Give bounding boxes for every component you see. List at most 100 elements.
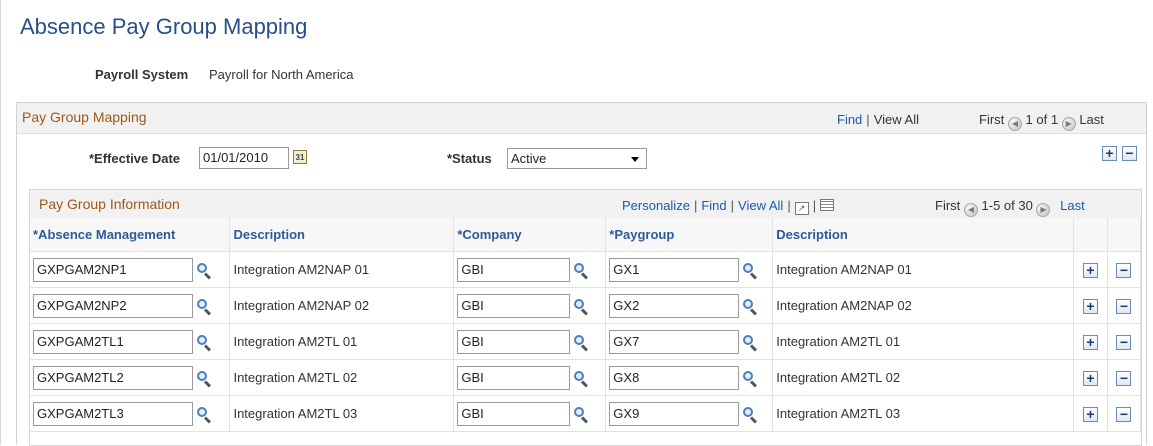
- absence-management-input[interactable]: GXPGAM2NP2: [33, 293, 193, 318]
- grid-first-label: First: [935, 198, 961, 213]
- lookup-icon[interactable]: [742, 262, 758, 280]
- lookup-icon[interactable]: [573, 262, 589, 280]
- paygroup-description: Integration AM2NAP 01: [772, 251, 1075, 288]
- download-grid-icon[interactable]: [820, 199, 835, 211]
- outer-pager: First ◀ 1 of 1 ▶ Last: [979, 112, 1104, 131]
- table-row: GXPGAM2NP2 Integration AM2NAP 02 GBI GX2…: [30, 287, 1142, 324]
- grid-range: 1-5 of 30: [981, 198, 1033, 213]
- grid-title: Pay Group Information: [39, 196, 180, 212]
- grid-view-all-link[interactable]: View All: [738, 198, 783, 213]
- add-row-button[interactable]: +: [1102, 146, 1117, 161]
- delete-row-button[interactable]: −: [1116, 334, 1132, 350]
- delete-row-button[interactable]: −: [1116, 262, 1132, 278]
- paygroup-input[interactable]: GX7: [609, 329, 740, 354]
- col-description[interactable]: Description: [229, 218, 455, 252]
- lookup-icon[interactable]: [573, 406, 589, 424]
- pay-group-table: *Absence Management Description *Company…: [30, 218, 1142, 432]
- absence-management-input[interactable]: GXPGAM2TL2: [33, 365, 193, 390]
- add-row-button[interactable]: +: [1083, 370, 1098, 386]
- grid-nav-links: Personalize | Find | View All | ↗ |: [622, 198, 835, 215]
- absence-management-input[interactable]: GXPGAM2NP1: [33, 257, 193, 282]
- absence-description: Integration AM2TL 01: [229, 323, 455, 360]
- company-input[interactable]: GBI: [457, 329, 571, 354]
- lookup-icon[interactable]: [196, 262, 212, 280]
- col-company[interactable]: *Company: [453, 218, 607, 252]
- col-paygroup-description[interactable]: Description: [772, 218, 1075, 252]
- table-header-row: *Absence Management Description *Company…: [30, 218, 1142, 252]
- outer-range: 1 of 1: [1025, 112, 1059, 127]
- effective-date-input[interactable]: 01/01/2010: [199, 147, 289, 169]
- paygroup-description: Integration AM2TL 02: [772, 359, 1075, 396]
- table-row: GXPGAM2TL3 Integration AM2TL 03 GBI GX9 …: [30, 395, 1142, 432]
- grid-last-link[interactable]: Last: [1060, 198, 1085, 213]
- absence-description: Integration AM2NAP 02: [229, 287, 455, 324]
- pay-group-mapping-section: Pay Group Mapping Find | View All First ◀ …: [16, 102, 1147, 446]
- payroll-system-value: Payroll for North America: [209, 67, 354, 82]
- grid-previous-arrow-icon[interactable]: ◀: [963, 203, 978, 217]
- page-left-border: [0, 0, 1, 445]
- outer-find-link[interactable]: Find: [837, 112, 862, 127]
- table-row: GXPGAM2TL1 Integration AM2TL 01 GBI GX7 …: [30, 323, 1142, 360]
- delete-row-button[interactable]: −: [1116, 370, 1132, 386]
- outer-first-label: First: [979, 112, 1005, 127]
- grid-pager: First ◀ 1-5 of 30 ▶ Last: [935, 198, 1085, 217]
- delete-row-button[interactable]: −: [1116, 298, 1132, 314]
- absence-description: Integration AM2NAP 01: [229, 251, 455, 288]
- page-title: Absence Pay Group Mapping: [20, 14, 308, 39]
- previous-arrow-icon[interactable]: ◀: [1007, 117, 1022, 131]
- table-row: GXPGAM2NP1 Integration AM2NAP 01 GBI GX1…: [30, 251, 1142, 288]
- status-selected-value: Active: [511, 151, 547, 166]
- next-arrow-icon[interactable]: ▶: [1061, 117, 1076, 131]
- zoom-icon[interactable]: ↗: [794, 202, 809, 215]
- pay-group-mapping-header: Pay Group Mapping Find | View All First ◀ …: [17, 103, 1146, 134]
- absence-description: Integration AM2TL 03: [229, 395, 455, 432]
- dropdown-arrow-icon: [631, 157, 639, 162]
- lookup-icon[interactable]: [573, 298, 589, 316]
- add-row-button[interactable]: +: [1083, 334, 1098, 350]
- lookup-icon[interactable]: [196, 370, 212, 388]
- paygroup-description: Integration AM2NAP 02: [772, 287, 1075, 324]
- paygroup-input[interactable]: GX2: [609, 293, 740, 318]
- delete-row-button[interactable]: −: [1116, 406, 1132, 422]
- outer-nav-links: Find | View All: [837, 112, 919, 127]
- paygroup-input[interactable]: GX9: [609, 401, 740, 426]
- effective-date-label: *Effective Date: [89, 151, 181, 166]
- lookup-icon[interactable]: [573, 334, 589, 352]
- personalize-link[interactable]: Personalize: [622, 198, 690, 213]
- company-input[interactable]: GBI: [457, 401, 571, 426]
- payroll-system-label: Payroll System: [95, 67, 189, 82]
- add-row-button[interactable]: +: [1083, 298, 1098, 314]
- outer-last-label: Last: [1079, 112, 1104, 127]
- add-row-button[interactable]: +: [1083, 406, 1098, 422]
- status-label: *Status: [447, 151, 492, 166]
- calendar-icon[interactable]: 31: [293, 150, 307, 164]
- absence-description: Integration AM2TL 02: [229, 359, 455, 396]
- absence-management-input[interactable]: GXPGAM2TL1: [33, 329, 193, 354]
- lookup-icon[interactable]: [742, 298, 758, 316]
- absence-management-input[interactable]: GXPGAM2TL3: [33, 401, 193, 426]
- lookup-icon[interactable]: [573, 370, 589, 388]
- outer-view-all-link[interactable]: View All: [874, 112, 919, 127]
- lookup-icon[interactable]: [196, 406, 212, 424]
- status-select[interactable]: Active: [507, 148, 647, 169]
- paygroup-input[interactable]: GX8: [609, 365, 740, 390]
- lookup-icon[interactable]: [742, 334, 758, 352]
- grid-find-link[interactable]: Find: [701, 198, 726, 213]
- pay-group-information-grid: Pay Group Information Personalize | Find | V…: [29, 189, 1142, 446]
- company-input[interactable]: GBI: [457, 257, 571, 282]
- add-row-button[interactable]: +: [1083, 262, 1098, 278]
- pay-group-mapping-title: Pay Group Mapping: [22, 109, 147, 125]
- company-input[interactable]: GBI: [457, 365, 571, 390]
- lookup-icon[interactable]: [742, 406, 758, 424]
- paygroup-description: Integration AM2TL 01: [772, 323, 1075, 360]
- lookup-icon[interactable]: [196, 334, 212, 352]
- paygroup-input[interactable]: GX1: [609, 257, 740, 282]
- col-paygroup[interactable]: *Paygroup: [605, 218, 774, 252]
- col-absence-management[interactable]: *Absence Management: [30, 218, 231, 252]
- company-input[interactable]: GBI: [457, 293, 571, 318]
- lookup-icon[interactable]: [196, 298, 212, 316]
- lookup-icon[interactable]: [742, 370, 758, 388]
- delete-row-button[interactable]: −: [1122, 146, 1137, 161]
- grid-header-bar: Pay Group Information Personalize | Find | V…: [30, 190, 1141, 218]
- grid-next-arrow-icon[interactable]: ▶: [1036, 203, 1051, 217]
